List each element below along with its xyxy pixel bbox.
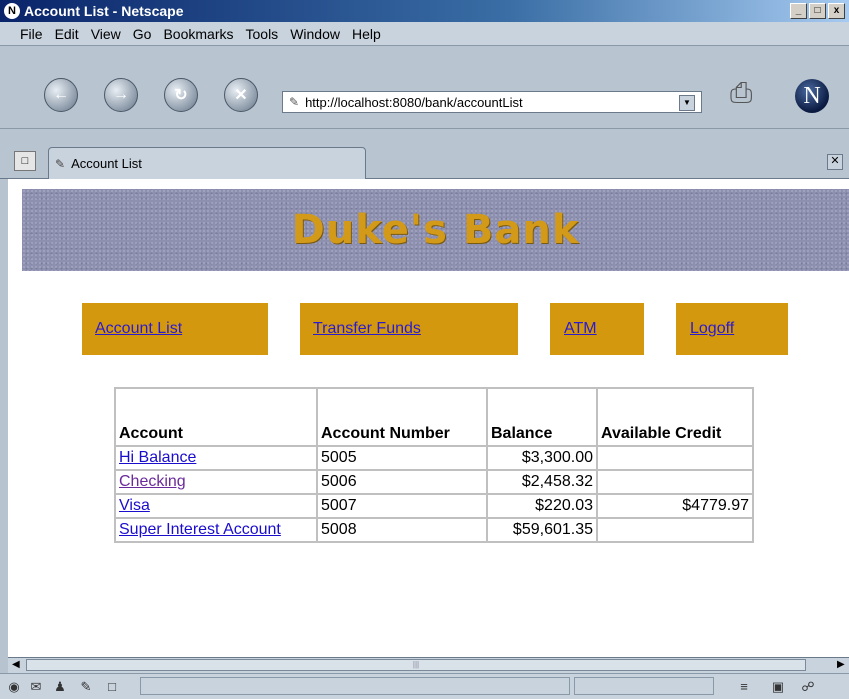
account-cell: Checking (114, 469, 318, 495)
menu-bookmarks[interactable]: Bookmarks (163, 26, 233, 42)
window-titlebar: N Account List - Netscape _ □ x (0, 0, 849, 22)
navigator-icon[interactable]: ◉ (6, 679, 22, 695)
atm-link[interactable]: ATM (564, 320, 597, 338)
page-proxy-icon: ✎ (289, 95, 300, 109)
maximize-button[interactable]: □ (809, 3, 826, 19)
account-number-cell: 5006 (316, 469, 488, 495)
account-number-cell: 5008 (316, 517, 488, 543)
status-text-field (140, 677, 570, 695)
tab-bar: □ ✎ Account List ✕ (0, 143, 849, 179)
table-header-row: Account Account Number Balance Available… (114, 387, 754, 447)
logoff-link[interactable]: Logoff (690, 320, 734, 338)
credit-cell (596, 517, 754, 543)
table-row: Super Interest Account 5008 $59,601.35 (114, 517, 754, 543)
credit-cell (596, 469, 754, 495)
scroll-right-icon[interactable]: ▶ (837, 659, 849, 671)
menu-bar: File Edit View Go Bookmarks Tools Window… (0, 22, 849, 46)
menu-help[interactable]: Help (352, 26, 381, 42)
personal-toolbar (0, 129, 849, 144)
menu-edit[interactable]: Edit (55, 26, 79, 42)
status-bar: ◉ ✉ ♟ ✎ □ ≡ ▣ ☍ (0, 673, 849, 699)
close-tab-button[interactable]: ✕ (827, 154, 843, 170)
balance-cell: $3,300.00 (486, 445, 598, 471)
nav-account-list: Account List (82, 303, 268, 355)
forward-arrow-icon: → (113, 86, 129, 103)
tab-label: Account List (71, 156, 142, 171)
online-status-icon[interactable]: ≡ (736, 679, 752, 695)
back-button[interactable]: ← (44, 78, 78, 112)
print-icon[interactable]: ⎙ (730, 77, 752, 110)
header-available-credit: Available Credit (596, 387, 754, 447)
page-icon: ✎ (55, 156, 66, 171)
reload-icon: ↻ (174, 87, 188, 104)
window-controls: _ □ x (790, 3, 845, 19)
menu-file[interactable]: File (20, 26, 43, 42)
balance-cell: $2,458.32 (486, 469, 598, 495)
address-book-icon[interactable]: □ (104, 679, 120, 695)
credit-cell: $4779.97 (596, 493, 754, 519)
netscape-logo-icon[interactable]: N (795, 79, 829, 113)
table-row: Checking 5006 $2,458.32 (114, 469, 754, 495)
balance-cell: $59,601.35 (486, 517, 598, 543)
nav-atm: ATM (550, 303, 644, 355)
window-title: Account List - Netscape (24, 3, 184, 19)
account-cell: Hi Balance (114, 445, 318, 471)
tab-account-list[interactable]: ✎ Account List (48, 147, 366, 179)
credit-cell (596, 445, 754, 471)
transfer-funds-link[interactable]: Transfer Funds (313, 320, 421, 338)
table-row: Hi Balance 5005 $3,300.00 (114, 445, 754, 471)
stop-button[interactable]: ✕ (224, 78, 258, 112)
security-lock-icon[interactable]: ☍ (800, 679, 816, 695)
navigation-toolbar: ← → ↻ ✕ ✎ ▼ ⎙ N (0, 47, 849, 129)
back-arrow-icon: ← (53, 86, 69, 103)
address-bar[interactable]: ✎ ▼ (282, 91, 702, 113)
header-account-number: Account Number (316, 387, 488, 447)
instant-messenger-icon[interactable]: ♟ (52, 679, 68, 695)
nav-logoff: Logoff (676, 303, 788, 355)
scroll-thumb[interactable]: ||| (26, 659, 806, 671)
account-link[interactable]: Super Interest Account (119, 521, 281, 538)
accounts-table: Account Account Number Balance Available… (114, 387, 754, 543)
account-number-cell: 5007 (316, 493, 488, 519)
account-link[interactable]: Checking (119, 473, 186, 490)
reload-button[interactable]: ↻ (164, 78, 198, 112)
balance-cell: $220.03 (486, 493, 598, 519)
banner-title: Duke's Bank (291, 207, 580, 253)
menu-tools[interactable]: Tools (246, 26, 279, 42)
account-number-cell: 5005 (316, 445, 488, 471)
menu-view[interactable]: View (91, 26, 121, 42)
header-balance: Balance (486, 387, 598, 447)
close-window-button[interactable]: x (828, 3, 845, 19)
account-link[interactable]: Visa (119, 497, 150, 514)
menu-go[interactable]: Go (133, 26, 152, 42)
cookie-icon[interactable]: ▣ (770, 679, 786, 695)
forward-button[interactable]: → (104, 78, 138, 112)
composer-icon[interactable]: ✎ (78, 679, 94, 695)
account-link[interactable]: Hi Balance (119, 449, 196, 466)
header-account: Account (114, 387, 318, 447)
scroll-left-icon[interactable]: ◀ (12, 659, 24, 671)
netscape-app-icon: N (4, 3, 20, 19)
account-list-link[interactable]: Account List (95, 320, 182, 338)
progress-field (574, 677, 714, 695)
mail-icon[interactable]: ✉ (28, 679, 44, 695)
account-cell: Super Interest Account (114, 517, 318, 543)
new-tab-button[interactable]: □ (14, 151, 36, 171)
bank-banner: Duke's Bank (22, 189, 849, 271)
nav-transfer-funds: Transfer Funds (300, 303, 518, 355)
menu-window[interactable]: Window (290, 26, 340, 42)
page-content: Duke's Bank Account List Transfer Funds … (8, 179, 849, 657)
horizontal-scrollbar[interactable]: ◀ ||| ▶ (8, 657, 849, 673)
table-row: Visa 5007 $220.03 $4779.97 (114, 493, 754, 519)
account-cell: Visa (114, 493, 318, 519)
url-dropdown-button[interactable]: ▼ (679, 95, 695, 111)
url-input[interactable] (303, 93, 678, 111)
minimize-button[interactable]: _ (790, 3, 807, 19)
stop-icon: ✕ (234, 87, 248, 104)
